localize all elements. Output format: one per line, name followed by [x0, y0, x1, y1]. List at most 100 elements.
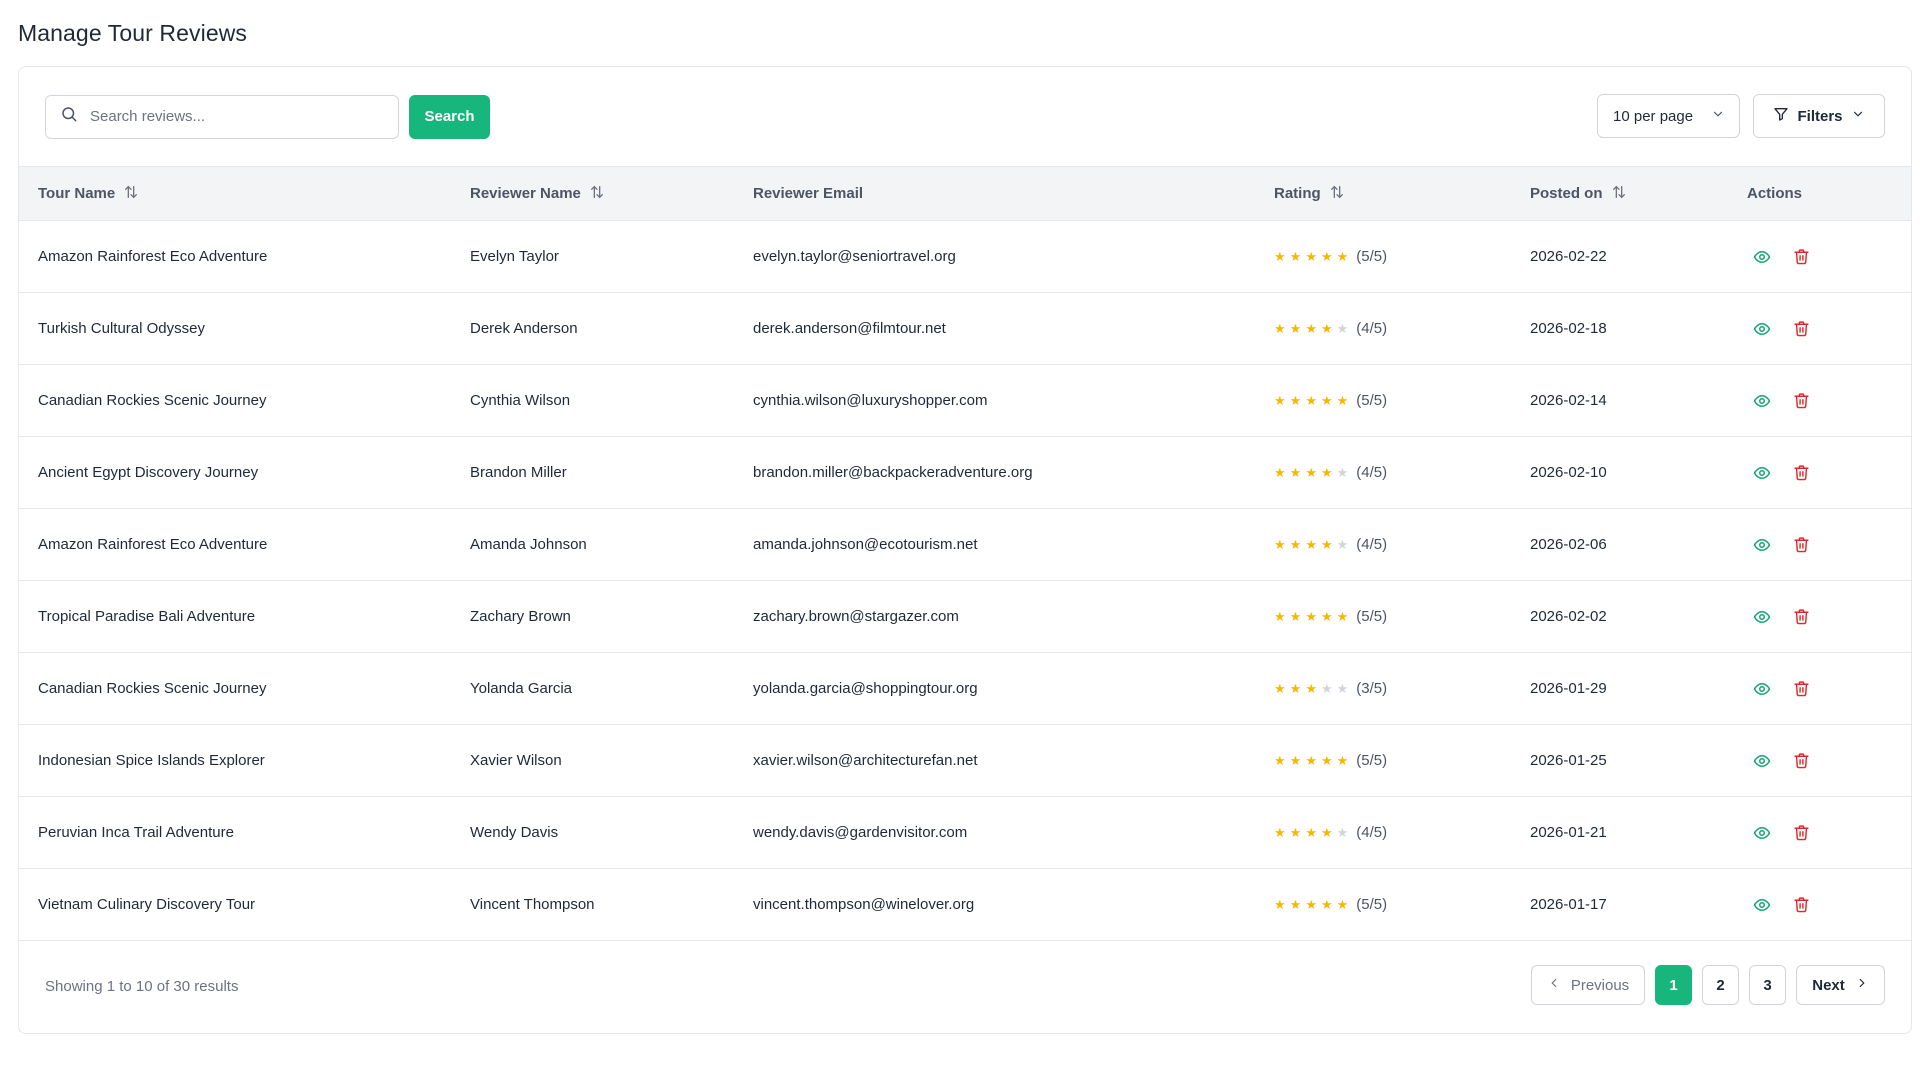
star-icon: ★ — [1320, 681, 1333, 697]
cell-reviewer-name: Xavier Wilson — [470, 752, 562, 769]
trash-icon[interactable] — [1793, 680, 1810, 697]
header-rating[interactable]: Rating — [1255, 167, 1511, 221]
cell-rating: ★ ★ ★ ★ ★ (5/5) — [1255, 725, 1511, 797]
cell-posted-on: 2026-02-10 — [1530, 464, 1607, 481]
cell-posted-on: 2026-01-29 — [1530, 680, 1607, 697]
table-row: Vietnam Culinary Discovery Tour Vincent … — [19, 869, 1911, 941]
sort-icon[interactable] — [1329, 184, 1345, 204]
cell-rating: ★ ★ ★ ★ ★ (5/5) — [1255, 581, 1511, 653]
rating-stars: ★ ★ ★ ★ ★ — [1274, 466, 1348, 479]
search-box[interactable] — [45, 94, 399, 139]
rating-stars: ★ ★ ★ ★ ★ — [1274, 538, 1348, 551]
search-button[interactable]: Search — [409, 94, 490, 139]
rating-label: (4/5) — [1356, 320, 1388, 338]
rating-stars: ★ ★ ★ ★ ★ — [1274, 682, 1348, 695]
header-reviewer-name[interactable]: Reviewer Name — [451, 167, 734, 221]
star-icon: ★ — [1320, 465, 1333, 481]
chevron-right-icon — [1855, 976, 1869, 994]
trash-icon[interactable] — [1793, 392, 1810, 409]
eye-icon[interactable] — [1753, 824, 1771, 842]
cell-posted-on: 2026-01-25 — [1530, 752, 1607, 769]
star-icon: ★ — [1289, 537, 1302, 553]
star-icon: ★ — [1274, 321, 1286, 337]
cell-reviewer-email: xavier.wilson@architecturefan.net — [753, 752, 978, 769]
cell-tour-name: Canadian Rockies Scenic Journey — [38, 680, 267, 697]
cell-actions — [1728, 293, 1911, 365]
cell-rating: ★ ★ ★ ★ ★ (4/5) — [1255, 509, 1511, 581]
trash-icon[interactable] — [1793, 248, 1810, 265]
star-icon: ★ — [1320, 393, 1333, 409]
star-icon: ★ — [1289, 897, 1302, 913]
cell-actions — [1728, 437, 1911, 509]
rating-stars: ★ ★ ★ ★ ★ — [1274, 826, 1348, 839]
star-icon: ★ — [1320, 609, 1333, 625]
eye-icon[interactable] — [1753, 752, 1771, 770]
trash-icon[interactable] — [1793, 752, 1810, 769]
chevron-down-icon — [1711, 107, 1725, 125]
star-icon: ★ — [1305, 681, 1317, 697]
cell-actions — [1728, 797, 1911, 869]
cell-tour-name: Vietnam Culinary Discovery Tour — [38, 896, 256, 913]
trash-icon[interactable] — [1793, 320, 1810, 337]
previous-button[interactable]: Previous — [1531, 965, 1645, 1005]
cell-actions — [1728, 725, 1911, 797]
reviews-table: Tour Name Reviewer Name Reviewer Email R… — [19, 166, 1911, 941]
star-icon: ★ — [1336, 537, 1349, 553]
table-row: Canadian Rockies Scenic Journey Yolanda … — [19, 653, 1911, 725]
rating-label: (5/5) — [1356, 248, 1388, 266]
rating-label: (5/5) — [1356, 896, 1388, 914]
eye-icon[interactable] — [1753, 320, 1771, 338]
eye-icon[interactable] — [1753, 896, 1771, 914]
rating-label: (3/5) — [1356, 680, 1388, 698]
sort-icon[interactable] — [1611, 184, 1627, 204]
header-posted-on[interactable]: Posted on — [1511, 167, 1728, 221]
star-icon: ★ — [1305, 393, 1317, 409]
next-button[interactable]: Next — [1796, 965, 1885, 1005]
eye-icon[interactable] — [1753, 680, 1771, 698]
cell-reviewer-name: Vincent Thompson — [470, 896, 595, 913]
sort-icon[interactable] — [123, 184, 139, 204]
cell-posted-on: 2026-01-21 — [1530, 824, 1607, 841]
page-button-3[interactable]: 3 — [1749, 965, 1786, 1005]
eye-icon[interactable] — [1753, 464, 1771, 482]
rating-label: (5/5) — [1356, 608, 1388, 626]
eye-icon[interactable] — [1753, 392, 1771, 410]
star-icon: ★ — [1274, 465, 1286, 481]
header-tour-name[interactable]: Tour Name — [19, 167, 451, 221]
cell-posted-on: 2026-02-06 — [1530, 536, 1607, 553]
filter-icon — [1773, 106, 1789, 126]
eye-icon[interactable] — [1753, 608, 1771, 626]
trash-icon[interactable] — [1793, 824, 1810, 841]
trash-icon[interactable] — [1793, 608, 1810, 625]
star-icon: ★ — [1336, 249, 1349, 265]
trash-icon[interactable] — [1793, 536, 1810, 553]
eye-icon[interactable] — [1753, 248, 1771, 266]
star-icon: ★ — [1289, 249, 1302, 265]
cell-posted-on: 2026-02-02 — [1530, 608, 1607, 625]
reviews-card: Search 10 per page Filters — [18, 66, 1912, 1034]
rating-stars: ★ ★ ★ ★ ★ — [1274, 898, 1348, 911]
search-input[interactable] — [90, 108, 380, 125]
cell-reviewer-name: Amanda Johnson — [470, 536, 587, 553]
chevron-left-icon — [1547, 976, 1561, 994]
results-summary: Showing 1 to 10 of 30 results — [45, 977, 239, 995]
per-page-select[interactable]: 10 per page — [1597, 94, 1740, 138]
star-icon: ★ — [1336, 465, 1349, 481]
cell-actions — [1728, 365, 1911, 437]
cell-reviewer-name: Wendy Davis — [470, 824, 559, 841]
star-icon: ★ — [1289, 753, 1302, 769]
cell-rating: ★ ★ ★ ★ ★ (5/5) — [1255, 365, 1511, 437]
star-icon: ★ — [1305, 825, 1317, 841]
header-actions: Actions — [1747, 185, 1803, 202]
cell-rating: ★ ★ ★ ★ ★ (4/5) — [1255, 437, 1511, 509]
page-button-2[interactable]: 2 — [1702, 965, 1739, 1005]
table-row: Canadian Rockies Scenic Journey Cynthia … — [19, 365, 1911, 437]
filters-button[interactable]: Filters — [1753, 94, 1885, 138]
star-icon: ★ — [1336, 825, 1349, 841]
cell-reviewer-email: wendy.davis@gardenvisitor.com — [753, 824, 968, 841]
page-button-1[interactable]: 1 — [1655, 965, 1692, 1005]
trash-icon[interactable] — [1793, 896, 1810, 913]
eye-icon[interactable] — [1753, 536, 1771, 554]
sort-icon[interactable] — [589, 184, 605, 204]
trash-icon[interactable] — [1793, 464, 1810, 481]
